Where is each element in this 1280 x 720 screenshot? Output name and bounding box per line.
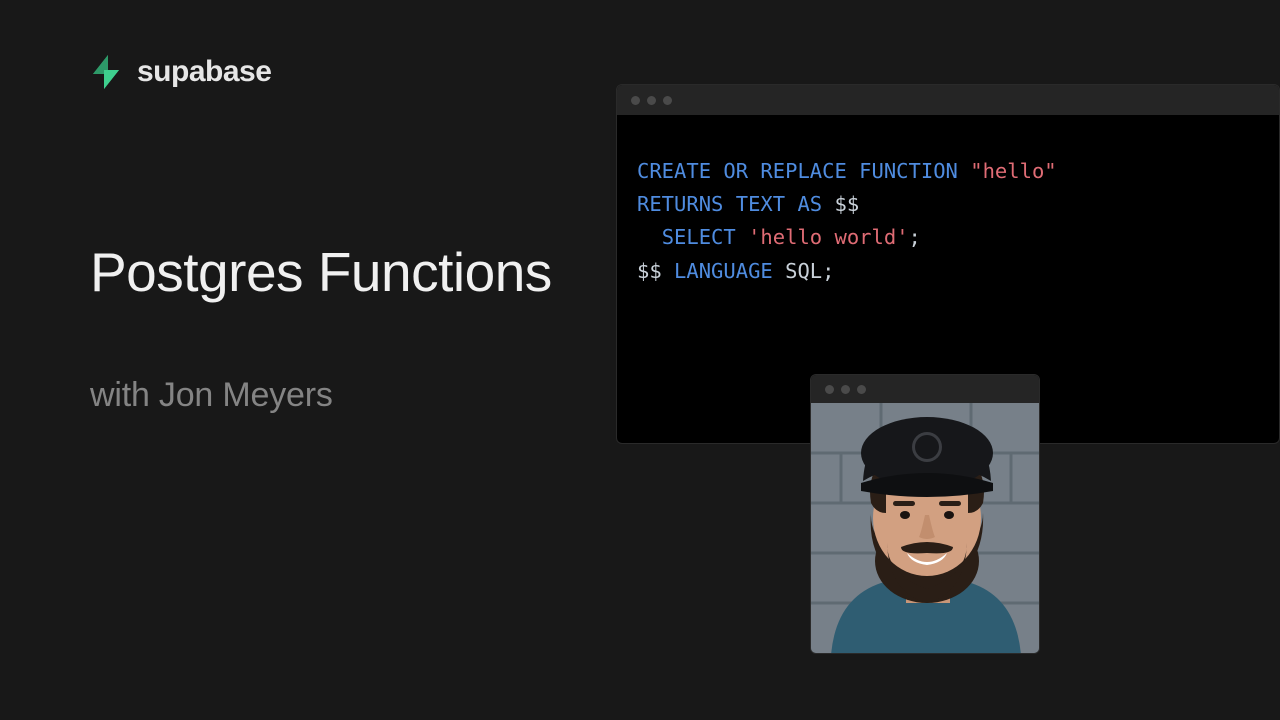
traffic-light-icon	[663, 96, 672, 105]
code-window-titlebar	[617, 85, 1279, 115]
traffic-light-icon	[647, 96, 656, 105]
supabase-lightning-icon	[90, 55, 122, 89]
brand-logo: supabase	[90, 55, 271, 89]
code-token: ;	[909, 225, 921, 249]
code-token: RETURNS TEXT AS	[637, 192, 822, 216]
code-token	[662, 259, 674, 283]
code-token: $$	[834, 192, 859, 216]
code-token: LANGUAGE	[674, 259, 773, 283]
code-token: "hello"	[970, 159, 1056, 183]
brand-name: supabase	[137, 55, 271, 89]
traffic-light-icon	[841, 385, 850, 394]
traffic-light-icon	[825, 385, 834, 394]
traffic-light-icon	[857, 385, 866, 394]
code-token: $$	[637, 259, 662, 283]
presenter-window-titlebar	[811, 375, 1039, 403]
code-token	[958, 159, 970, 183]
code-token: CREATE OR REPLACE FUNCTION	[637, 159, 958, 183]
code-token	[822, 192, 834, 216]
code-snippet: CREATE OR REPLACE FUNCTION "hello" RETUR…	[617, 115, 1279, 308]
presenter-subtitle: with Jon Meyers	[90, 376, 333, 415]
presenter-window	[810, 374, 1040, 654]
traffic-light-icon	[631, 96, 640, 105]
code-token: SQL;	[773, 259, 835, 283]
code-token: 'hello world'	[748, 225, 908, 249]
code-token	[637, 225, 662, 249]
code-token: SELECT	[662, 225, 736, 249]
page-title: Postgres Functions	[90, 240, 552, 304]
presenter-avatar	[811, 403, 1039, 653]
code-token	[736, 225, 748, 249]
